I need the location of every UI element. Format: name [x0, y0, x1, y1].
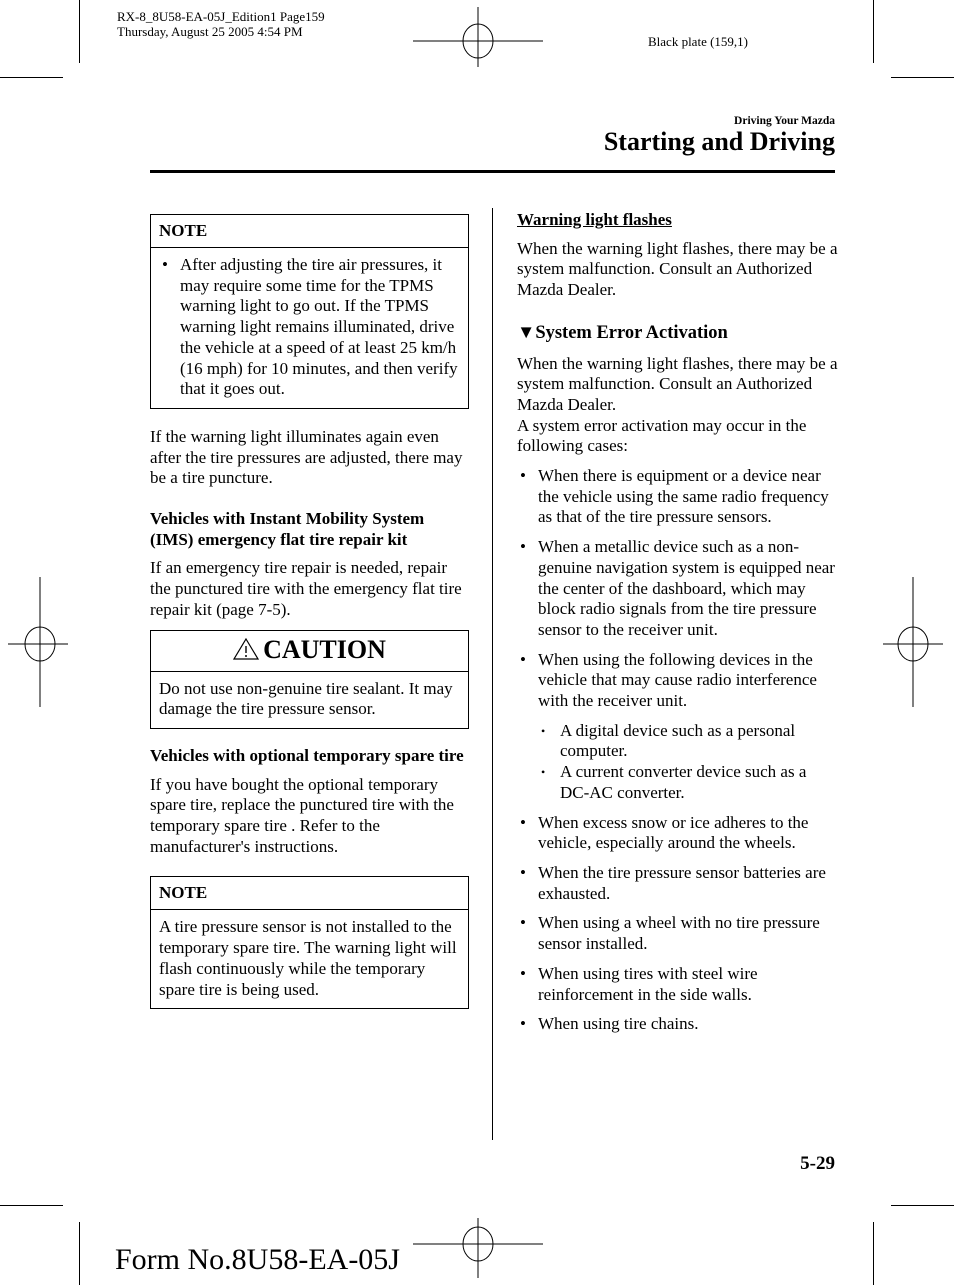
- caution-box: CAUTION Do not use non-genuine tire seal…: [150, 629, 469, 729]
- caution-text: Do not use non-genuine tire sealant. It …: [159, 678, 453, 719]
- list-item: • When using tires with steel wire reinfo…: [520, 963, 758, 1004]
- bullet-icon: •: [520, 466, 526, 486]
- black-plate-label: Black plate (159,1): [648, 34, 748, 49]
- small-bullet-icon: •: [541, 723, 546, 738]
- sub-list-item: • A current converter device such as a DC…: [541, 762, 807, 802]
- bullet-icon: •: [520, 812, 526, 832]
- crop-mark-bottom-right-h: [891, 1205, 954, 1206]
- chapter-title: Driving Your Mazda: [734, 115, 835, 127]
- registration-mark-bottom: [413, 1218, 543, 1278]
- ims-heading: Vehicles with Instant Mobility System (I…: [150, 509, 425, 549]
- registration-mark-right: [883, 577, 943, 707]
- note-heading: NOTE: [151, 877, 468, 911]
- bullet-icon: •: [520, 649, 526, 669]
- bullet-icon: •: [162, 255, 168, 274]
- devices-sublist: • A digital device such as a personal com…: [538, 721, 839, 804]
- system-error-paragraph-2: A system error activation may occur in t…: [517, 415, 807, 456]
- cases-list: • When there is equipment or a device nea…: [517, 466, 839, 1035]
- small-bullet-icon: •: [541, 765, 546, 780]
- section-title: Starting and Driving: [603, 127, 835, 156]
- note-text: A tire pressure sensor is not installed …: [159, 917, 457, 999]
- print-meta-line2: Thursday, August 25 2005 4:54 PM: [117, 24, 303, 39]
- right-column: Warning light flashes When the warning l…: [517, 210, 839, 1035]
- list-item: • When using the following devices in the…: [517, 650, 839, 804]
- crop-mark-top-right-v: [873, 0, 874, 63]
- spare-tire-heading: Vehicles with optional temporary spare t…: [150, 745, 464, 765]
- crop-mark-top-left-v: [79, 0, 80, 63]
- caution-heading: CAUTION: [263, 634, 386, 664]
- sub-list-item: • A digital device such as a personal com…: [541, 720, 796, 761]
- list-item: • When using a wheel with no tire pressur…: [520, 913, 820, 954]
- puncture-paragraph: If the warning light illuminates again e…: [150, 426, 463, 488]
- column-divider: [492, 208, 493, 1140]
- note-bullet: • After adjusting the tire air pressures,…: [162, 255, 458, 399]
- bullet-icon: •: [520, 537, 526, 557]
- page-number: 5-29: [800, 1153, 835, 1174]
- registration-mark-left: [8, 577, 68, 707]
- note-heading: NOTE: [151, 215, 468, 248]
- print-meta-line1: RX-8_8U58-EA-05J_Edition1 Page159: [117, 9, 325, 24]
- list-item: • When a metallic device such as a non-ge…: [520, 537, 835, 639]
- form-number: Form No.8U58-EA-05J: [115, 1243, 400, 1276]
- list-item: • When the tire pressure sensor batteries…: [520, 862, 826, 903]
- list-item: • When using tire chains.: [520, 1014, 699, 1034]
- header-rule: [150, 170, 835, 173]
- caution-heading-row: CAUTION: [151, 631, 468, 672]
- warning-triangle-icon: [233, 637, 260, 660]
- crop-mark-top-left-h: [0, 77, 63, 78]
- bullet-icon: •: [520, 862, 526, 882]
- crop-mark-top-right-h: [891, 77, 954, 78]
- page-header: Driving Your Mazda Starting and Driving: [450, 115, 835, 157]
- bullet-icon: •: [520, 963, 526, 983]
- warning-flashes-paragraph: When the warning light flashes, there ma…: [517, 238, 838, 300]
- bullet-icon: •: [520, 913, 526, 933]
- spare-tire-paragraph: If you have bought the optional temporar…: [150, 774, 454, 856]
- system-error-heading: ▼System Error Activation: [517, 322, 728, 343]
- note-box-spare: NOTE A tire pressure sensor is not insta…: [150, 876, 469, 1010]
- registration-mark-top: [413, 7, 543, 67]
- note-box-tpms: NOTE • After adjusting the tire air press…: [150, 214, 469, 409]
- crop-mark-bottom-left-v: [79, 1222, 80, 1285]
- triangle-down-icon: ▼: [517, 322, 536, 343]
- system-error-paragraph-1: When the warning light flashes, there ma…: [517, 353, 838, 414]
- warning-flashes-heading: Warning light flashes: [517, 210, 672, 229]
- bullet-icon: •: [520, 1014, 526, 1034]
- list-item: • When there is equipment or a device nea…: [520, 466, 829, 527]
- ims-paragraph: If an emergency tire repair is needed, r…: [150, 558, 462, 619]
- list-item: • When excess snow or ice adheres to the …: [520, 812, 809, 853]
- crop-mark-bottom-right-v: [873, 1222, 874, 1285]
- left-column: NOTE • After adjusting the tire air press…: [150, 214, 469, 1010]
- print-meta: RX-8_8U58-EA-05J_Edition1 Page159 Thursd…: [117, 9, 325, 39]
- crop-mark-bottom-left-h: [0, 1205, 63, 1206]
